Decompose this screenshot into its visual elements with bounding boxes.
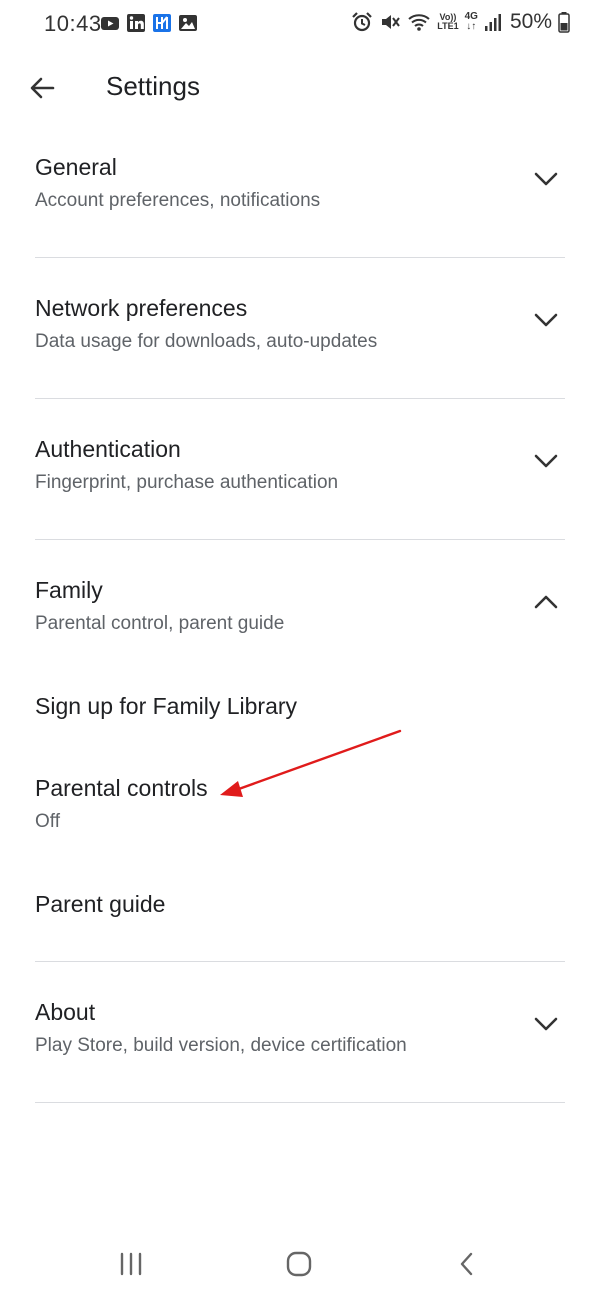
section-authentication[interactable]: Authentication Fingerprint, purchase aut… <box>35 434 565 524</box>
chevron-down-icon <box>534 454 558 468</box>
divider <box>35 398 565 399</box>
status-bar: 10:43 Vo)) LTE1 4G ↓↑ 50% <box>0 0 600 48</box>
section-general[interactable]: General Account preferences, notificatio… <box>35 152 565 242</box>
home-button[interactable] <box>279 1248 319 1280</box>
recent-apps-icon <box>120 1252 142 1276</box>
divider <box>35 961 565 962</box>
chevron-down-icon <box>534 1017 558 1031</box>
recent-apps-button[interactable] <box>111 1248 151 1280</box>
notification-icons <box>100 13 198 33</box>
item-status: Off <box>35 811 60 832</box>
section-subtitle: Account preferences, notifications <box>35 190 321 211</box>
mute-icon <box>382 15 401 29</box>
divider <box>35 539 565 540</box>
chevron-down-icon <box>534 172 558 186</box>
status-time: 10:43 <box>44 11 102 36</box>
section-title: Authentication <box>35 436 181 462</box>
app-bar: Settings <box>0 56 600 120</box>
youtube-icon <box>101 17 119 30</box>
section-subtitle: Data usage for downloads, auto-updates <box>35 331 378 352</box>
section-network-preferences[interactable]: Network preferences Data usage for downl… <box>35 293 565 383</box>
arrow-back-icon <box>30 77 55 99</box>
back-button[interactable] <box>22 68 62 108</box>
section-subtitle: Parental control, parent guide <box>35 613 285 634</box>
section-subtitle: Fingerprint, purchase authentication <box>35 472 339 493</box>
item-title: Parent guide <box>35 891 166 917</box>
section-title: Family <box>35 577 103 603</box>
system-status-icons: Vo)) LTE1 4G ↓↑ 50% <box>351 10 570 34</box>
linkedin-icon <box>127 14 145 32</box>
section-title: About <box>35 999 96 1025</box>
battery-icon <box>558 12 570 33</box>
signal-icon <box>484 14 501 31</box>
family-item-parental-controls[interactable]: Parental controls Off <box>35 773 565 835</box>
section-about[interactable]: About Play Store, build version, device … <box>35 997 565 1087</box>
section-title: General <box>35 154 117 180</box>
family-item-sign-up-family-library[interactable]: Sign up for Family Library <box>35 691 565 721</box>
chevron-up-icon <box>534 595 558 609</box>
alarm-icon <box>352 12 373 32</box>
family-item-parent-guide[interactable]: Parent guide <box>35 889 565 919</box>
home-icon <box>286 1251 312 1277</box>
section-family[interactable]: Family Parental control, parent guide <box>35 575 565 665</box>
navigation-bar <box>0 1230 600 1300</box>
divider <box>35 257 565 258</box>
item-title: Sign up for Family Library <box>35 693 298 719</box>
volte-indicator: Vo)) LTE1 <box>437 12 459 31</box>
section-title: Network preferences <box>35 295 248 321</box>
battery-percentage: 50% <box>509 10 552 33</box>
chevron-left-icon <box>460 1252 473 1276</box>
wifi-icon <box>408 14 430 31</box>
network-type-indicator: 4G ↓↑ <box>464 11 478 32</box>
divider <box>35 1102 565 1103</box>
item-title: Parental controls <box>35 775 208 801</box>
gallery-icon <box>179 15 197 31</box>
nav-back-button[interactable] <box>447 1248 487 1280</box>
chevron-down-icon <box>534 313 558 327</box>
section-subtitle: Play Store, build version, device certif… <box>35 1035 407 1056</box>
page-title: Settings <box>106 71 200 101</box>
app-icon <box>153 14 171 32</box>
